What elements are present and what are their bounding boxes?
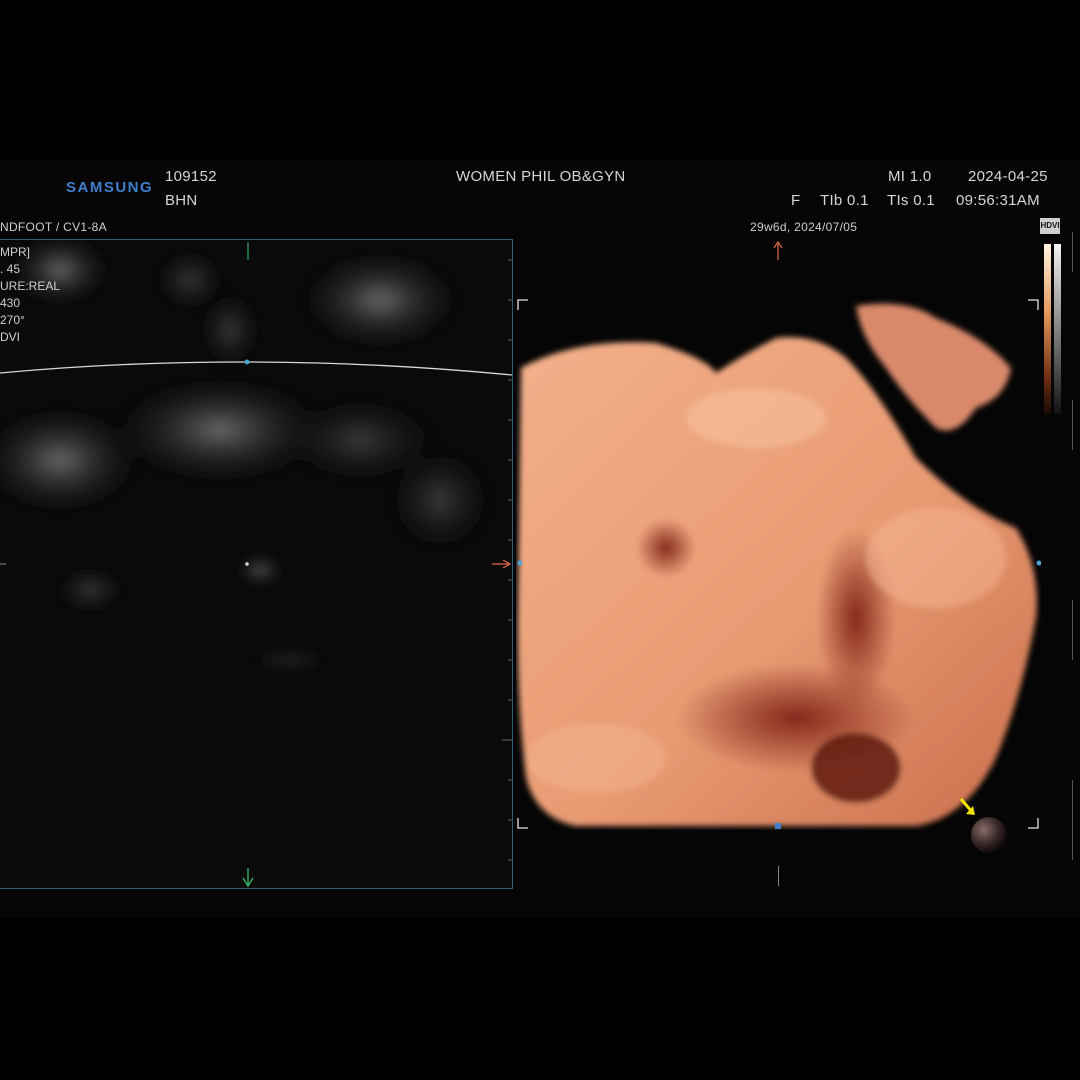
color-map-bar bbox=[1044, 244, 1061, 414]
side-scale bbox=[1072, 600, 1080, 660]
side-scale bbox=[1072, 232, 1080, 272]
tib-value: TIb 0.1 bbox=[820, 192, 869, 209]
mpr-info-line: URE:REAL bbox=[0, 279, 61, 293]
render-3d-image bbox=[516, 298, 1042, 830]
mpr-info-line: MPR] bbox=[0, 245, 30, 259]
preset-label: NDFOOT / CV1-8A bbox=[0, 220, 107, 234]
ultrasound-screen: SAMSUNG 109152 BHN WOMEN PHIL OB&GYN MI … bbox=[0, 160, 1080, 918]
institution-name: WOMEN PHIL OB&GYN bbox=[456, 168, 626, 185]
focus-indicator: F bbox=[791, 192, 801, 209]
mpr-2d-view[interactable] bbox=[0, 239, 513, 889]
tis-value: TIs 0.1 bbox=[887, 192, 935, 209]
gestational-age: 29w6d, 2024/07/05 bbox=[750, 220, 858, 234]
mpr-info-line: 270° bbox=[0, 313, 25, 327]
side-scale bbox=[1072, 780, 1080, 860]
patient-name: BHN bbox=[165, 192, 198, 209]
mi-value: MI 1.0 bbox=[888, 168, 932, 185]
orientation-arrow-icon bbox=[773, 240, 783, 260]
mpr-info-list: MPR] . 45 URE:REAL 430 270° DVI bbox=[0, 244, 60, 346]
patient-id: 109152 bbox=[165, 168, 217, 185]
mpr-info-line: 430 bbox=[0, 296, 21, 310]
samsung-logo: SAMSUNG bbox=[66, 179, 154, 196]
render-3d-view[interactable] bbox=[516, 298, 1042, 830]
mpr-info-line: . 45 bbox=[0, 262, 21, 276]
mpr-image bbox=[0, 240, 512, 888]
exam-date: 2024-04-25 bbox=[968, 168, 1048, 185]
light-source-ball-icon[interactable] bbox=[968, 814, 1010, 856]
side-scale bbox=[1072, 400, 1080, 450]
mpr-info-line: DVI bbox=[0, 330, 21, 344]
exam-time: 09:56:31AM bbox=[956, 192, 1040, 209]
bottom-marker bbox=[778, 866, 779, 886]
hdvi-badge: HDVI bbox=[1040, 218, 1060, 234]
